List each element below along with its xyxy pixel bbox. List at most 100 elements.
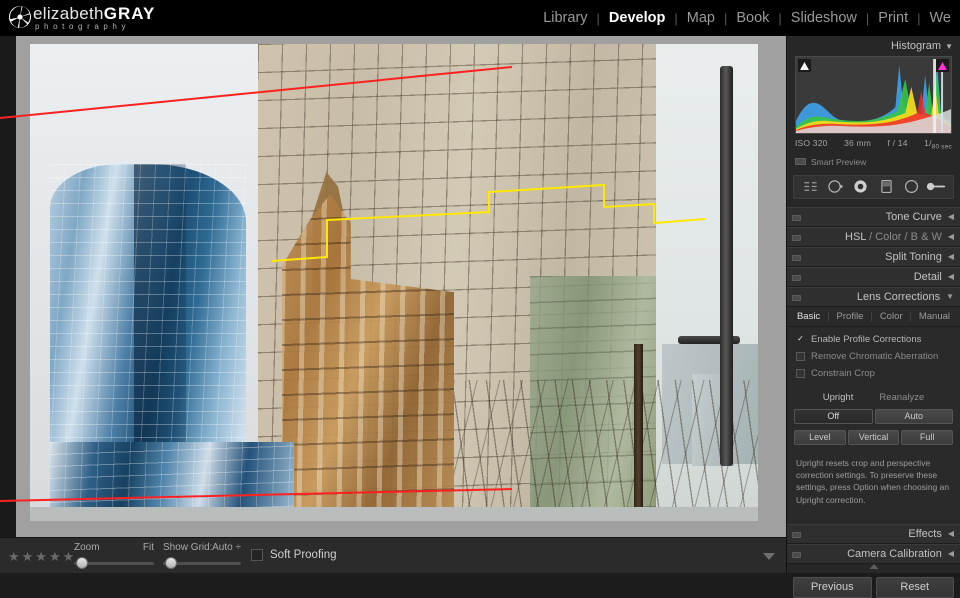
lens-corrections-enable-switch[interactable] [792,295,801,301]
tab-basic[interactable]: Basic [790,311,827,322]
grid-dropdown-caret-icon: ÷ [236,542,242,553]
tab-profile[interactable]: Profile [830,311,871,322]
detail-enable-switch[interactable] [792,275,801,281]
image-canvas[interactable] [0,36,786,537]
module-map[interactable]: Map [678,10,724,26]
camera-calibration-enable-switch[interactable] [792,552,801,558]
panel-caret-up-icon[interactable] [869,564,878,569]
photo-bare-trees [454,380,758,521]
hsl-enable-switch[interactable] [792,235,801,241]
checkbox-row-remove-chromatic-aberration[interactable]: Remove Chromatic Aberration [787,348,960,365]
module-develop[interactable]: Develop [600,10,674,26]
upright-off-button[interactable]: Off [794,409,873,424]
split-toning-chevron-left-icon[interactable]: ◀ [948,252,954,261]
detail-title: Detail [914,271,942,283]
zoom-labels: Zoom Fit [74,542,154,555]
reset-button[interactable]: Reset [876,577,955,598]
histogram-chevron-down-icon[interactable]: ▼ [945,42,953,51]
photo-metadata: ISO 320 36 mm f / 14 1/80 sec [795,138,952,151]
smart-preview-label: Smart Preview [811,157,866,167]
help-spacer [787,506,960,516]
photo-preview[interactable] [30,44,758,521]
checkbox-row-enable-profile-corrections[interactable]: ✓ Enable Profile Corrections [787,331,960,348]
top-bar: elizabethGRAY photography Library | Deve… [0,0,960,36]
reanalyze-button[interactable]: Reanalyze [879,392,924,403]
panel-header-detail[interactable]: Detail ◀ [787,267,960,287]
remove-chromatic-aberration-label: Remove Chromatic Aberration [811,351,938,362]
upright-section-header: Upright Reanalyze [787,392,960,403]
enable-profile-corrections-label: Enable Profile Corrections [811,334,921,345]
effects-chevron-left-icon[interactable]: ◀ [948,529,954,538]
effects-title: Effects [908,528,941,540]
module-library[interactable]: Library [534,10,596,26]
tab-color[interactable]: Color [873,311,910,322]
smart-preview-status: Smart Preview [795,157,952,167]
histogram-header[interactable]: Histogram ▼ [787,36,960,56]
spot-removal-tool-icon[interactable] [826,178,846,196]
zoom-value: Fit [143,542,154,553]
histogram-title: Histogram [891,40,941,52]
panel-header-split-toning[interactable]: Split Toning ◀ [787,247,960,267]
tone-curve-enable-switch[interactable] [792,215,801,221]
remove-chromatic-aberration-checkbox[interactable] [796,352,805,361]
metadata-iso: ISO 320 [795,138,828,151]
checkbox-row-constrain-crop[interactable]: Constrain Crop [787,365,960,382]
hsl-chevron-left-icon[interactable]: ◀ [948,232,954,241]
toolbar-collapse-chevron-down-icon[interactable] [762,552,776,561]
show-grid-slider-knob[interactable] [165,557,177,569]
graduated-filter-tool-icon[interactable] [876,178,896,196]
aperture-logo-icon [8,5,32,29]
lens-corrections-tabs: Basic | Profile | Color | Manual [787,307,960,327]
soft-proofing-checkbox[interactable] [251,549,263,561]
zoom-slider-knob[interactable] [76,557,88,569]
module-web[interactable]: We [921,10,960,26]
bottom-toolbar: ★★★★★ Zoom Fit Show Grid: Auto ÷ Soft Pr… [0,537,786,573]
split-toning-enable-switch[interactable] [792,255,801,261]
soft-proofing-toggle[interactable]: Soft Proofing [251,549,336,561]
radial-filter-tool-icon[interactable] [901,178,921,196]
tone-curve-title: Tone Curve [886,211,942,223]
enable-profile-corrections-checkbox[interactable]: ✓ [796,335,805,344]
camera-calibration-chevron-left-icon[interactable]: ◀ [948,549,954,558]
effects-enable-switch[interactable] [792,532,801,538]
tone-curve-chevron-left-icon[interactable]: ◀ [948,212,954,221]
highlight-clipping-indicator[interactable] [936,59,949,72]
panel-header-effects[interactable]: Effects ◀ [787,524,960,544]
shadow-clipping-indicator[interactable] [798,59,811,72]
upright-mode-row-1: Off Auto [794,409,953,424]
upright-level-button[interactable]: Level [794,430,846,445]
panel-header-tone-curve[interactable]: Tone Curve ◀ [787,207,960,227]
left-panel-edge[interactable] [0,36,16,537]
upright-mode-row-2: Level Vertical Full [794,430,953,445]
module-print[interactable]: Print [869,10,917,26]
zoom-control[interactable]: Zoom Fit [74,542,154,555]
constrain-crop-checkbox[interactable] [796,369,805,378]
tab-manual[interactable]: Manual [912,311,957,322]
panel-header-lens-corrections[interactable]: Lens Corrections ▼ [787,287,960,307]
show-grid-value[interactable]: Auto ÷ [212,542,241,553]
panel-header-hsl-color-bw[interactable]: HSL / Color / B & W ◀ [787,227,960,247]
zoom-label: Zoom [74,542,100,553]
histogram-graph[interactable] [795,56,952,134]
star-rating[interactable]: ★★★★★ [8,549,76,565]
split-toning-title: Split Toning [885,251,942,263]
module-slideshow[interactable]: Slideshow [782,10,866,26]
panel-header-camera-calibration[interactable]: Camera Calibration ◀ [787,544,960,564]
previous-button[interactable]: Previous [793,577,872,598]
constrain-crop-label: Constrain Crop [811,368,875,379]
photo-ground-strip [30,507,758,521]
lens-corrections-chevron-down-icon[interactable]: ▼ [946,292,954,301]
photo-lamp-post [720,66,733,466]
logo-subtitle: photography [35,22,130,31]
adjustment-brush-tool-icon[interactable] [926,178,946,196]
red-eye-correction-tool-icon[interactable] [851,178,871,196]
module-book[interactable]: Book [727,10,778,26]
upright-full-button[interactable]: Full [901,430,953,445]
upright-auto-button[interactable]: Auto [875,409,954,424]
detail-chevron-left-icon[interactable]: ◀ [948,272,954,281]
show-grid-control[interactable]: Show Grid: Auto ÷ [163,542,241,555]
upright-vertical-button[interactable]: Vertical [848,430,900,445]
lens-corrections-body: Basic | Profile | Color | Manual ✓ Enabl… [787,307,960,524]
metadata-shutter-speed: 1/80 sec [924,138,952,151]
crop-overlay-tool-icon[interactable] [801,178,821,196]
